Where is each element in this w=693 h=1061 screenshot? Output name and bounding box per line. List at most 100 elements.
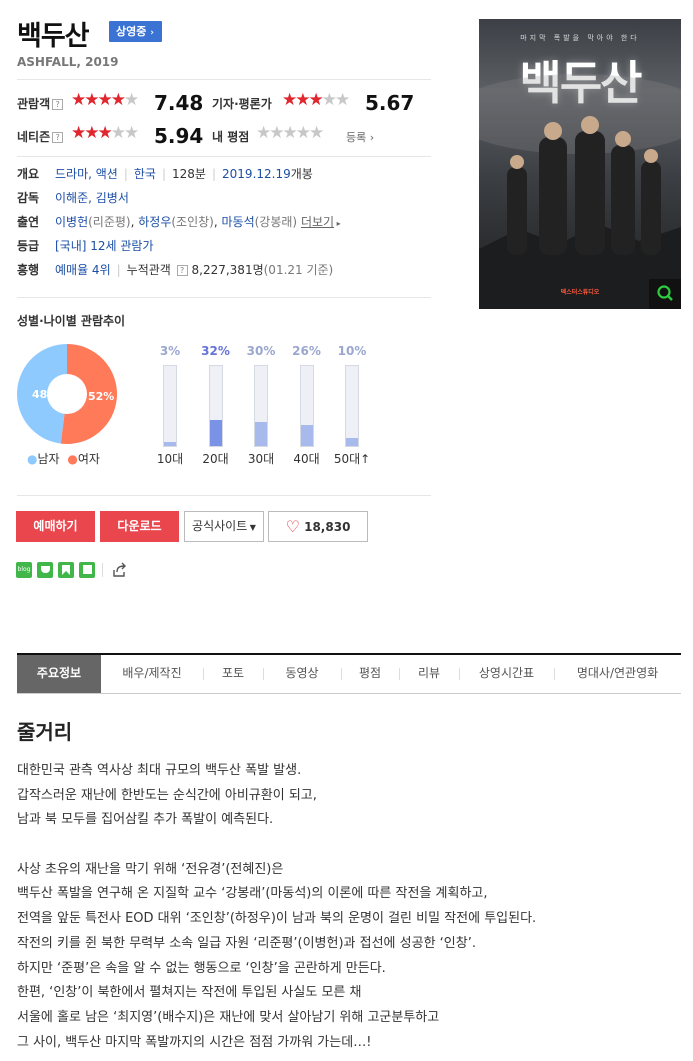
star-icon: ★ xyxy=(124,123,139,143)
star-icon: ★ xyxy=(282,90,297,110)
synopsis-line: 서울에 홀로 남은 ‘최지영’(배수지)은 재난에 맞서 살아남기 위해 고군분… xyxy=(17,1009,440,1025)
synopsis-line xyxy=(17,833,677,858)
synopsis-line: 하지만 ‘준평’은 속을 알 수 없는 행동으로 ‘인창’을 곤란하게 만든다. xyxy=(17,960,386,976)
tab-review[interactable]: 리뷰 xyxy=(399,655,459,693)
divider xyxy=(17,495,431,496)
my-rating-label: 내 평점 xyxy=(212,130,250,144)
grade-link[interactable]: [국내] 12세 관람가 xyxy=(55,239,154,253)
star-icon: ★ xyxy=(321,90,337,110)
age-label: 10대 xyxy=(156,452,184,466)
info-cast: 출연 이병헌(리준평), 하정우(조인창), 마동석(강봉래) 더보기 ▸ xyxy=(17,215,341,229)
age-bar-track xyxy=(254,365,268,447)
tab-video[interactable]: 동영상 xyxy=(263,655,341,693)
critics-score: 5.67 xyxy=(365,91,415,115)
memo-icon[interactable] xyxy=(79,562,95,578)
country-link[interactable]: 한국 xyxy=(134,167,156,181)
movie-poster[interactable]: 마지막 폭발을 막아야 한다 백두산 덱스터스튜디오 xyxy=(479,19,681,309)
caret-right-icon: ▸ xyxy=(334,219,341,228)
heart-icon: ♡ xyxy=(285,517,300,536)
tab-showtimes[interactable]: 상영시간표 xyxy=(459,655,554,693)
age-bar-chart: 3% 10대 32% 20대 30% 30대 26% 40대 10% 50대↑ xyxy=(157,344,398,470)
age-label: 50대↑ xyxy=(333,452,371,466)
reservation-rank-link[interactable]: 예매율 4위 xyxy=(55,263,111,277)
legend-female: 여자 xyxy=(77,452,100,466)
star-icon: ★ xyxy=(110,90,126,110)
bookmark-icon[interactable] xyxy=(58,562,74,578)
poster-artwork xyxy=(479,74,681,309)
blog-icon[interactable]: blog xyxy=(16,562,32,578)
tab-cast-crew[interactable]: 배우/제작진 xyxy=(101,655,203,693)
synopsis-line: 전역을 앞둔 특전사 EOD 대위 ‘조인창’(하정우)이 남과 북의 운명이 … xyxy=(17,911,537,927)
cafe-icon[interactable] xyxy=(37,562,53,578)
star-icon: ★ xyxy=(97,123,113,143)
audience-stars: ★★★★★ xyxy=(71,90,139,110)
like-button[interactable]: ♡ 18,830 xyxy=(268,511,368,542)
star-icon: ★ xyxy=(295,90,310,110)
age-pct-label: 3% xyxy=(159,344,181,358)
netizen-score: 5.94 xyxy=(154,124,204,148)
cast-link[interactable]: 하정우 xyxy=(138,215,171,229)
tab-rating[interactable]: 평점 xyxy=(341,655,399,693)
synopsis-line: 그 사이, 백두산 마지막 폭발까지의 시간은 점점 가까워 가는데…! xyxy=(17,1034,372,1050)
demographics-title: 성별·나이별 관람추이 xyxy=(17,314,126,328)
info-overview: 개요 드라마, 액션 | 한국 | 128분 | 2019.12.19개봉 xyxy=(17,167,313,181)
cast-link[interactable]: 마동석 xyxy=(222,215,255,229)
download-button[interactable]: 다운로드 xyxy=(100,511,179,542)
age-pct-label: 26% xyxy=(292,344,321,358)
info-director: 감독 이해준, 김병서 xyxy=(17,191,129,205)
caret-down-icon: ▼ xyxy=(247,523,256,532)
help-icon[interactable]: ? xyxy=(176,265,188,276)
synopsis-line: 한편, ‘인창’이 북한에서 펼쳐지는 작전에 투입된 사실도 모른 채 xyxy=(17,985,362,1001)
critics-stars: ★★★★★ xyxy=(282,90,350,110)
male-pct-label: 48% xyxy=(32,388,58,401)
gender-pie-chart: 48% 52% xyxy=(16,344,117,444)
help-icon[interactable]: ? xyxy=(52,132,64,143)
runtime: 128분 xyxy=(172,167,206,181)
chevron-right-icon: › xyxy=(366,131,375,144)
age-bar xyxy=(255,422,267,446)
star-icon: ★ xyxy=(124,90,139,110)
divider xyxy=(17,79,431,80)
official-site-dropdown[interactable]: 공식사이트 ▼ xyxy=(184,511,264,542)
age-bar-track xyxy=(345,365,359,447)
rate-button[interactable]: 등록 › xyxy=(346,129,374,145)
zoom-button[interactable] xyxy=(649,279,681,309)
reserve-button[interactable]: 예매하기 xyxy=(16,511,95,542)
status-badge[interactable]: 상영중 › xyxy=(109,21,162,42)
help-icon[interactable]: ? xyxy=(52,99,64,110)
tab-main-info[interactable]: 주요정보 xyxy=(17,655,101,693)
genre-link[interactable]: 드라마, 액션 xyxy=(55,167,118,181)
info-box-office: 흥행 예매율 4위 | 누적관객 ? 8,227,381명(01.21 기준) xyxy=(17,263,334,277)
synopsis-line: 남과 북 모두를 집어삼킬 추가 폭발이 예측된다. xyxy=(17,812,274,828)
release-date-link[interactable]: 2019.12.19 xyxy=(222,167,291,181)
age-bar-track xyxy=(208,365,223,447)
netizen-stars: ★★★★★ xyxy=(71,123,139,143)
age-label: 40대 xyxy=(293,452,320,466)
share-icon[interactable] xyxy=(111,562,128,578)
synopsis-line: 사상 초유의 재난을 막기 위해 ‘전유경’(전혜진)은 xyxy=(17,861,284,877)
age-bar-track xyxy=(299,365,314,447)
audience-rating-label: 관람객? xyxy=(17,95,64,112)
movie-title: 백두산 xyxy=(17,21,90,52)
star-icon: ★ xyxy=(71,90,86,110)
my-rating-stars[interactable]: ★★★★★ xyxy=(256,125,324,142)
age-pct-label: 10% xyxy=(337,344,367,358)
info-grade: 등급 [국내] 12세 관람가 xyxy=(17,239,154,253)
gender-legend: ●남자 ●여자 xyxy=(27,452,100,466)
synopsis-line: 대한민국 관측 역사상 최대 규모의 백두산 폭발 발생. xyxy=(17,763,302,778)
tab-quotes-related[interactable]: 명대사/연관영화 xyxy=(554,655,681,693)
like-count: 18,830 xyxy=(304,520,351,534)
age-bar-track xyxy=(163,365,177,447)
legend-male: 남자 xyxy=(37,452,60,466)
cast-link[interactable]: 이병헌 xyxy=(55,215,88,229)
tab-photo[interactable]: 포토 xyxy=(203,655,263,693)
critics-rating-label: 기자·평론가 xyxy=(212,97,272,111)
star-icon: ★ xyxy=(84,123,99,143)
age-bar xyxy=(300,425,313,446)
more-cast-link[interactable]: 더보기 xyxy=(301,215,334,229)
director-link[interactable]: 이해준, 김병서 xyxy=(55,191,129,205)
age-pct-label: 32% xyxy=(201,344,230,358)
age-bar xyxy=(209,420,222,446)
synopsis-line: 백두산 폭발을 연구해 온 지질학 교수 ‘강봉래’(마동석)의 이론에 따른 … xyxy=(17,886,488,902)
star-icon: ★ xyxy=(71,123,86,143)
